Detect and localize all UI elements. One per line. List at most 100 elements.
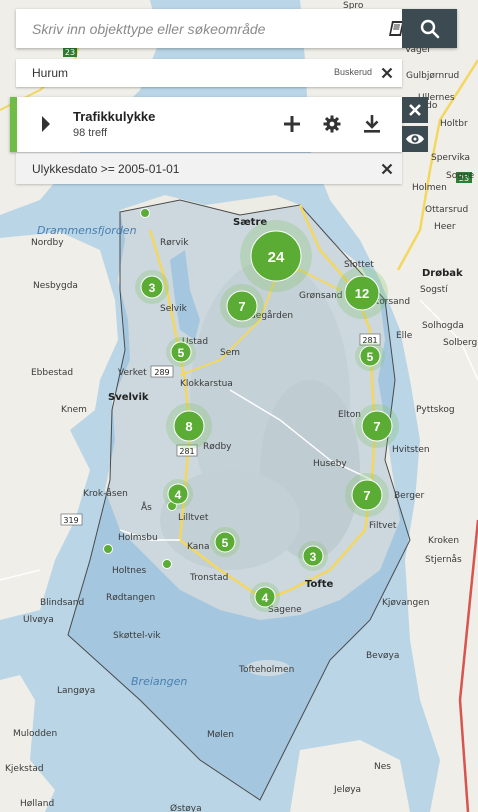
area-name: Hurum	[32, 66, 69, 80]
expand-layer-button[interactable]	[36, 114, 56, 134]
svg-text:7: 7	[373, 419, 380, 434]
svg-text:5: 5	[367, 350, 374, 364]
svg-text:3: 3	[310, 550, 317, 564]
svg-text:7: 7	[238, 299, 245, 314]
place-label: Pyttskog	[416, 405, 455, 415]
place-label: Østøya	[170, 803, 202, 812]
download-button[interactable]	[360, 112, 384, 136]
water-name-drammensfjorden: Drammensfjorden	[37, 224, 137, 237]
svg-text:7: 7	[363, 488, 370, 503]
svg-text:319: 319	[63, 516, 78, 525]
place-label: Berger	[394, 491, 425, 501]
layer-title: Trafikkulykke	[73, 109, 156, 124]
cluster-marker-5-kana[interactable]: 5	[210, 527, 240, 557]
place-label: Sogstí	[420, 285, 448, 295]
cluster-marker-5-east[interactable]: 5	[355, 341, 385, 371]
place-label: Kjøvangen	[382, 598, 429, 608]
place-label: Kana	[187, 542, 209, 552]
place-label: Gulbjørnrud	[406, 71, 459, 81]
search-bar	[16, 9, 457, 48]
place-label: Drøbak	[422, 268, 463, 279]
close-icon	[381, 163, 393, 175]
place-label: Kjekstad	[5, 764, 44, 774]
svg-text:4: 4	[262, 591, 269, 605]
place-label: Grønsand	[299, 291, 343, 301]
cluster-marker-24[interactable]: 24	[240, 220, 312, 292]
layer-hit-count: 98 treff	[73, 127, 108, 139]
attribute-filter-text: Ulykkesdato >= 2005-01-01	[32, 162, 180, 176]
svg-text:12: 12	[355, 286, 369, 301]
place-label: Holtnes	[112, 566, 147, 576]
place-label: Ebbestad	[31, 368, 73, 378]
search-button[interactable]	[402, 9, 457, 48]
close-icon	[381, 67, 393, 79]
add-filter-button[interactable]	[280, 112, 304, 136]
place-label: Ulvøya	[23, 615, 54, 625]
place-label: Nesbygda	[33, 281, 78, 291]
place-label: Stjernås	[425, 554, 462, 565]
place-label: Krok-åsen	[83, 488, 128, 499]
place-label: Verket	[118, 368, 147, 378]
layer-settings-button[interactable]	[320, 112, 344, 136]
place-label: Langøya	[57, 686, 95, 696]
water-name-breiangen: Breiangen	[131, 675, 187, 688]
road-shield-319: 319	[60, 513, 83, 526]
svg-text:5: 5	[222, 536, 229, 550]
remove-layer-button[interactable]	[402, 97, 428, 123]
remove-area-button[interactable]	[378, 64, 396, 82]
cluster-marker-3-selvik[interactable]: 3	[135, 270, 169, 304]
svg-text:3: 3	[149, 281, 156, 295]
search-input[interactable]	[16, 9, 376, 48]
svg-text:23: 23	[65, 48, 75, 57]
place-label: Klokkarstua	[180, 379, 233, 389]
place-label: Holmsbu	[118, 533, 158, 543]
place-label: Elle	[396, 331, 413, 341]
accident-point[interactable]	[162, 559, 172, 569]
layer-panel: Trafikkulykke 98 treff	[10, 97, 402, 152]
cluster-marker-7-north[interactable]: 7	[220, 284, 264, 328]
place-label: Mulodden	[13, 729, 57, 739]
place-label: Tofteholmen	[238, 665, 294, 675]
place-label: Solhogda	[422, 321, 464, 331]
magnifier-icon	[420, 19, 439, 38]
gear-icon	[323, 115, 341, 133]
place-label: Hølland	[20, 799, 54, 809]
place-label: Skøttel-vik	[113, 631, 161, 641]
place-label: Ås	[141, 501, 152, 513]
cluster-marker-3-tofte[interactable]: 3	[298, 541, 328, 571]
area-filter-chip: Hurum Buskerud	[16, 59, 402, 87]
toggle-visibility-button[interactable]	[402, 126, 428, 152]
place-label: Rødtangen	[106, 593, 155, 603]
cluster-marker-8[interactable]: 8	[166, 403, 212, 449]
remove-filter-button[interactable]	[378, 160, 396, 178]
cluster-marker-12[interactable]: 12	[336, 267, 388, 319]
cluster-marker-5-ustad[interactable]: 5	[166, 337, 196, 367]
place-label: Holmen	[412, 183, 447, 193]
road-shield-23-north: 23	[63, 47, 77, 57]
road-shield-289: 289	[150, 365, 174, 378]
cluster-marker-4-sagene[interactable]: 4	[250, 582, 280, 612]
cluster-marker-7-elton[interactable]: 7	[355, 404, 399, 448]
place-label: Kroken	[428, 536, 459, 546]
place-label: Sogne	[446, 171, 475, 181]
place-label: Bevøya	[366, 651, 399, 661]
cluster-marker-4-as[interactable]: 4	[163, 479, 193, 509]
place-label: Lilltvet	[178, 513, 209, 523]
cluster-marker-7-filtvet[interactable]: 7	[345, 473, 389, 517]
area-county: Buskerud	[333, 67, 372, 77]
place-label: Rørvik	[160, 238, 189, 248]
place-label: Knem	[61, 405, 87, 415]
svg-text:4: 4	[175, 488, 182, 502]
svg-text:5: 5	[178, 346, 185, 360]
place-label: Rødby	[203, 442, 232, 452]
svg-text:24: 24	[268, 249, 285, 266]
place-label: Blindsand	[40, 598, 84, 608]
svg-text:289: 289	[154, 368, 169, 377]
place-label: Filtvet	[369, 521, 397, 531]
place-label: Mølen	[207, 730, 234, 740]
accident-point[interactable]	[140, 208, 150, 218]
place-label: Huseby	[313, 459, 347, 469]
close-icon	[409, 104, 421, 116]
place-label: Selvik	[160, 304, 188, 314]
accident-point[interactable]	[103, 544, 113, 554]
